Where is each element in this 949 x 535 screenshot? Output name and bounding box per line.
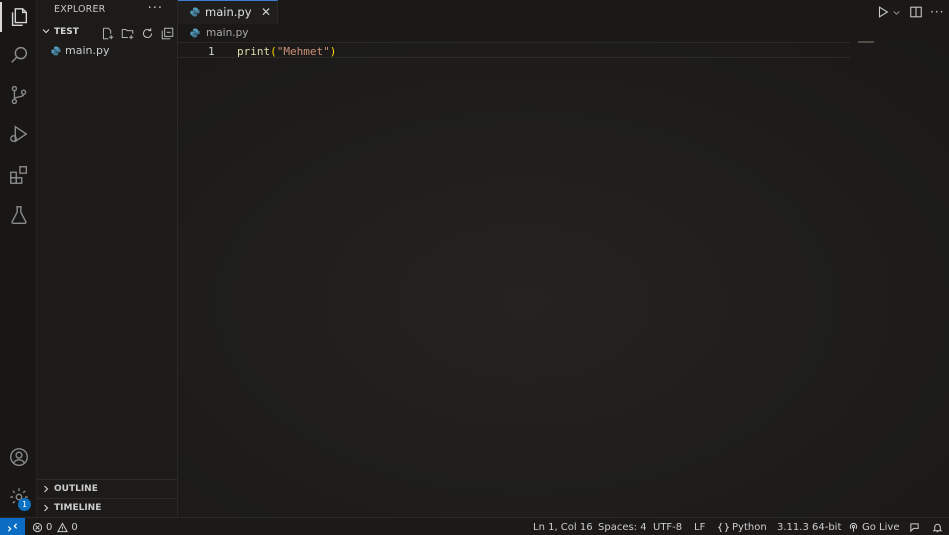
- feedback-icon[interactable]: [909, 520, 920, 534]
- chevron-right-icon: [44, 485, 49, 493]
- play-icon: [878, 6, 889, 18]
- warning-icon: [57, 521, 69, 532]
- more-icon: ···: [930, 5, 945, 19]
- end-of-line[interactable]: LF: [694, 520, 705, 534]
- tab-main-py[interactable]: main.py ✕: [178, 0, 278, 24]
- breadcrumb[interactable]: main.py: [190, 26, 248, 40]
- source-control-icon[interactable]: [0, 78, 37, 112]
- new-file-icon[interactable]: [100, 26, 114, 40]
- extensions-icon[interactable]: [0, 158, 37, 192]
- python-file-icon: [190, 7, 200, 17]
- explorer-icon[interactable]: [0, 0, 37, 34]
- file-name: main.py: [65, 44, 110, 57]
- tab-label: main.py: [205, 5, 252, 19]
- language-mode[interactable]: Python: [718, 520, 767, 534]
- code-line[interactable]: 1 print("Mehmet"): [178, 42, 850, 58]
- more-actions-button[interactable]: ···: [148, 1, 163, 16]
- close-icon[interactable]: ✕: [261, 5, 271, 19]
- minimap[interactable]: [858, 41, 874, 43]
- error-icon: [32, 522, 43, 532]
- language-label: Python: [732, 521, 767, 533]
- new-folder-icon[interactable]: [120, 26, 134, 40]
- run-debug-icon[interactable]: [0, 117, 37, 151]
- go-live-label: Go Live: [862, 521, 900, 533]
- chevron-down-icon: [42, 29, 50, 34]
- warning-count: 0: [71, 521, 78, 533]
- file-item[interactable]: main.py: [37, 42, 178, 60]
- status-bar: 0 0 Ln 1, Col 16 Spaces: 4 UTF-8 LF Pyth…: [0, 517, 949, 535]
- encoding[interactable]: UTF-8: [653, 520, 682, 534]
- breadcrumb-file: main.py: [206, 27, 249, 39]
- python-interpreter[interactable]: 3.11.3 64-bit: [777, 520, 841, 534]
- remote-indicator-button[interactable]: [0, 518, 25, 535]
- run-python-file-button[interactable]: [876, 3, 901, 21]
- folder-name: TEST: [54, 27, 79, 37]
- go-live-button[interactable]: Go Live: [848, 520, 899, 534]
- split-editor-icon: [910, 6, 922, 18]
- bracket-token: (: [270, 45, 277, 58]
- timeline-section[interactable]: TIMELINE: [37, 498, 178, 517]
- problems-indicator[interactable]: 0 0: [32, 520, 78, 534]
- braces-icon: [718, 522, 729, 532]
- activity-bar: 1: [0, 0, 37, 517]
- outline-label: OUTLINE: [54, 484, 98, 494]
- manage-gear-icon[interactable]: 1: [0, 480, 37, 514]
- timeline-label: TIMELINE: [54, 503, 102, 513]
- chevron-down-icon: [893, 10, 900, 15]
- string-token: "Mehmet": [276, 45, 330, 58]
- explorer-sidebar: EXPLORER ··· TEST main.py OUTLINE TIMELI…: [37, 0, 178, 517]
- broadcast-icon: [849, 522, 858, 532]
- bracket-token: ): [329, 45, 337, 58]
- chevron-right-icon: [44, 504, 49, 512]
- folder-row[interactable]: TEST: [37, 24, 178, 42]
- python-file-icon: [51, 46, 61, 56]
- remote-icon: [7, 522, 18, 532]
- tab-bar: main.py ✕ ···: [178, 0, 949, 24]
- split-editor-button[interactable]: [909, 3, 923, 21]
- line-number: 1: [208, 45, 215, 58]
- function-token: print: [237, 45, 271, 58]
- error-count: 0: [46, 521, 53, 533]
- collapse-all-icon[interactable]: [160, 26, 174, 40]
- indentation[interactable]: Spaces: 4: [598, 520, 647, 534]
- more-actions-button[interactable]: ···: [930, 3, 944, 21]
- accounts-icon[interactable]: [0, 440, 37, 474]
- sidebar-title: EXPLORER: [54, 4, 106, 15]
- outline-section[interactable]: OUTLINE: [37, 479, 178, 498]
- code-text[interactable]: print("Mehmet"): [237, 45, 336, 58]
- python-file-icon: [190, 28, 200, 38]
- testing-icon[interactable]: [0, 198, 37, 232]
- code-editor[interactable]: 1 print("Mehmet"): [178, 41, 949, 517]
- refresh-icon[interactable]: [140, 26, 154, 40]
- notifications-bell-icon[interactable]: [932, 520, 943, 534]
- notification-badge: 1: [18, 498, 31, 511]
- folder-actions: [100, 26, 174, 40]
- cursor-position[interactable]: Ln 1, Col 16: [533, 520, 593, 534]
- search-icon[interactable]: [0, 38, 37, 72]
